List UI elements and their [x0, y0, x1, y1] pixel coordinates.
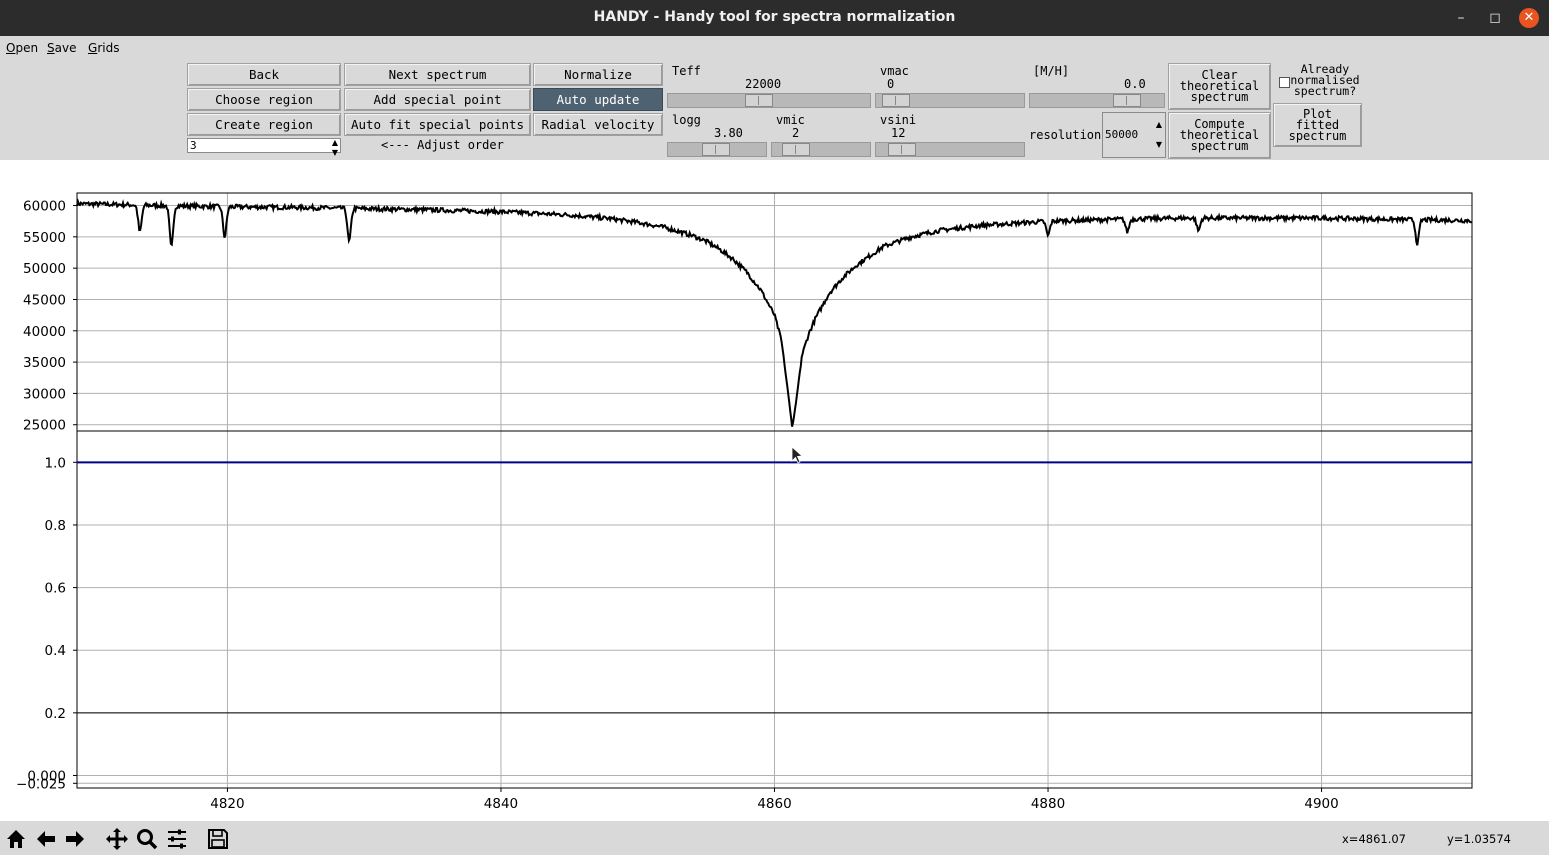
mh-slider[interactable]: [1029, 93, 1165, 108]
menu-grids[interactable]: Grids: [88, 41, 119, 55]
order-spin-arrows-icon[interactable]: ▲ ▼: [330, 138, 340, 157]
mh-slider-handle[interactable]: [1113, 94, 1141, 107]
zoom-icon[interactable]: [134, 826, 160, 852]
bottom-ytick-label: 0.6: [45, 581, 66, 597]
clear-line-3: spectrum: [1190, 90, 1249, 104]
teff-slider-handle[interactable]: [745, 94, 773, 107]
plot-fitted-spectrum-button[interactable]: Plot fitted spectrum: [1273, 103, 1362, 147]
clear-theoretical-spectrum-button[interactable]: Clear theoretical spectrum: [1168, 63, 1271, 110]
vsini-value: 12: [891, 126, 906, 140]
vsini-slider[interactable]: [875, 142, 1025, 157]
compute-theoretical-spectrum-button[interactable]: Compute theoretical spectrum: [1168, 112, 1271, 159]
bottom-ytick-label: −0.025: [16, 776, 66, 792]
vmac-value: 0: [887, 77, 895, 91]
vmac-slider[interactable]: [875, 93, 1025, 108]
compute-line-3: spectrum: [1190, 139, 1249, 153]
top-ytick-label: 60000: [23, 199, 66, 215]
teff-slider[interactable]: [667, 93, 871, 108]
top-ytick-label: 25000: [23, 418, 66, 434]
normalize-button[interactable]: Normalize: [533, 63, 663, 86]
configure-icon[interactable]: [164, 826, 190, 852]
bottom-xtick-label: 4820: [210, 796, 244, 812]
mouse-cursor-icon: [791, 446, 803, 464]
vsini-label: vsini: [880, 113, 917, 127]
title-bar: HANDY - Handy tool for spectra normaliza…: [0, 0, 1549, 36]
auto-fit-special-points-button[interactable]: Auto fit special points: [344, 113, 531, 136]
top-ytick-label: 55000: [23, 230, 66, 246]
bottom-xtick-label: 4900: [1304, 796, 1338, 812]
normalized-spectrum-axes[interactable]: 4820 4840 4860 4880 49001.00.80.60.40.20.000…: [16, 430, 1473, 812]
vmic-label: vmic: [776, 113, 805, 127]
bottom-xtick-label: 4860: [757, 796, 791, 812]
cursor-x-readout: x=4861.07: [1342, 832, 1406, 846]
normalised-line-3: spectrum?: [1293, 84, 1357, 98]
menu-open[interactable]: Open: [6, 41, 38, 55]
top-ytick-label: 30000: [23, 386, 66, 402]
bottom-ytick-label: 0.2: [45, 706, 66, 722]
window-title: HANDY - Handy tool for spectra normaliza…: [593, 9, 956, 25]
adjust-order-label: <--- Adjust order: [381, 138, 504, 152]
menu-save[interactable]: Save: [47, 41, 76, 55]
already-normalised-label: Already normalised spectrum?: [1290, 63, 1360, 98]
auto-update-toggle[interactable]: Auto update: [533, 88, 663, 111]
logg-label: logg: [672, 113, 701, 127]
mh-value: 0.0: [1124, 77, 1146, 91]
bottom-ytick-label: 0.8: [45, 518, 66, 534]
choose-region-button[interactable]: Choose region: [187, 88, 341, 111]
top-ytick-label: 40000: [23, 324, 66, 340]
vmic-slider-handle[interactable]: [782, 143, 810, 156]
resolution-spin-arrows-icon[interactable]: ▲ ▼: [1154, 115, 1164, 155]
back-arrow-icon[interactable]: [33, 826, 59, 852]
create-region-button[interactable]: Create region: [187, 113, 341, 136]
resolution-label: resolution: [1029, 128, 1102, 142]
pan-icon[interactable]: [104, 826, 130, 852]
close-icon[interactable]: ✕: [1519, 8, 1539, 28]
already-normalised-checkbox[interactable]: [1279, 77, 1290, 88]
bottom-xtick-label: 4840: [484, 796, 518, 812]
save-icon[interactable]: [205, 826, 231, 852]
maximize-icon[interactable]: ◻: [1485, 8, 1505, 28]
home-icon[interactable]: [3, 826, 29, 852]
plot-canvas[interactable]: 60000 55000 50000 45000 40000 35000 30000 25000…: [0, 160, 1549, 821]
vmic-value: 2: [792, 126, 800, 140]
navigation-toolbar: x=4861.07 y=1.03574: [0, 821, 1549, 855]
vsini-slider-handle[interactable]: [888, 143, 916, 156]
radial-velocity-button[interactable]: Radial velocity: [533, 113, 663, 136]
add-special-point-button[interactable]: Add special point: [344, 88, 531, 111]
logg-slider-handle[interactable]: [702, 143, 730, 156]
plot-line-3: spectrum: [1288, 128, 1347, 143]
teff-value: 22000: [745, 77, 782, 91]
next-spectrum-button[interactable]: Next spectrum: [344, 63, 531, 86]
teff-label: Teff: [672, 64, 701, 78]
cursor-y-readout: y=1.03574: [1447, 832, 1511, 846]
top-ytick-label: 45000: [23, 292, 66, 308]
menu-bar: Open Save Grids: [0, 36, 1549, 61]
bottom-ytick-label: 1.0: [45, 455, 66, 471]
raw-spectrum-axes[interactable]: 60000 55000 50000 45000 40000 35000 30000 25000: [23, 192, 1473, 434]
forward-arrow-icon[interactable]: [62, 826, 88, 852]
top-ytick-label: 50000: [23, 261, 66, 277]
mh-label: [M/H]: [1033, 64, 1070, 78]
logg-slider[interactable]: [667, 142, 767, 157]
order-spinbox[interactable]: 3: [187, 138, 341, 153]
vmac-slider-handle[interactable]: [882, 94, 910, 107]
bottom-xtick-label: 4880: [1031, 796, 1065, 812]
spectrum-figure[interactable]: 60000 55000 50000 45000 40000 35000 30000 25000…: [0, 160, 1549, 821]
control-panel: Back Next spectrum Normalize Choose regi…: [0, 61, 1549, 160]
bottom-ytick-label: 0.4: [45, 643, 66, 659]
back-button[interactable]: Back: [187, 63, 341, 86]
minimize-icon[interactable]: –: [1451, 8, 1471, 28]
vmac-label: vmac: [880, 64, 909, 78]
logg-value: 3.80: [714, 126, 743, 140]
vmic-slider[interactable]: [771, 142, 871, 157]
top-ytick-label: 35000: [23, 355, 66, 371]
